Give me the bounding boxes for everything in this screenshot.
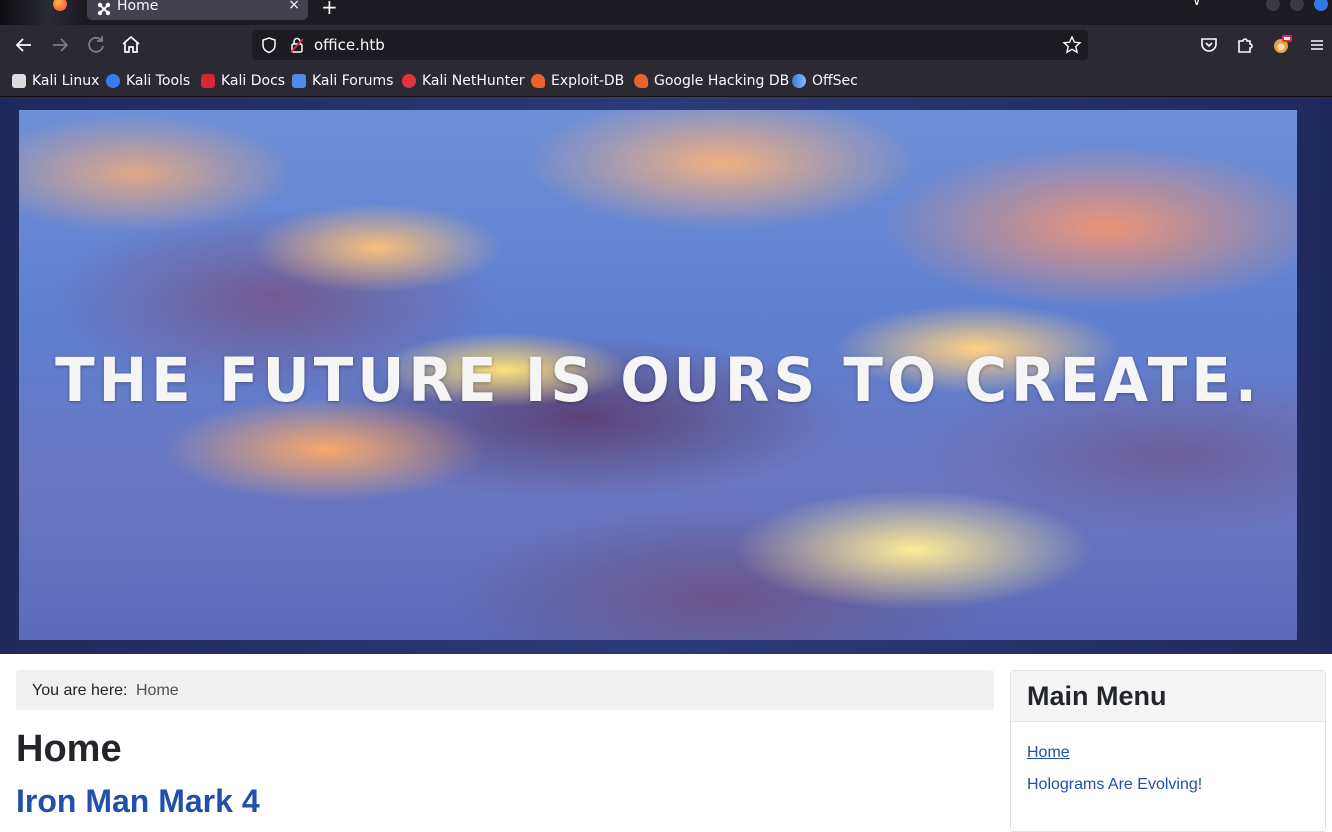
- bookmark-google-hacking-db[interactable]: Google Hacking DB: [634, 72, 789, 90]
- main-menu-title: Main Menu: [1027, 681, 1167, 711]
- bookmark-star-icon[interactable]: [1062, 35, 1082, 55]
- bookmark-label: Kali Docs: [221, 73, 286, 89]
- main-menu-module: Main Menu Home Holograms Are Evolving!: [1010, 670, 1326, 832]
- menu-item-holograms[interactable]: Holograms Are Evolving!: [1027, 776, 1202, 794]
- reload-icon: [88, 36, 104, 53]
- firefox-logo-icon[interactable]: [53, 0, 67, 11]
- app-menu-button[interactable]: [1305, 33, 1329, 57]
- bookmark-label: Kali Linux: [32, 73, 100, 89]
- address-bar[interactable]: office.htb: [252, 30, 1088, 60]
- site-header: THE FUTURE IS OURS TO CREATE.: [0, 97, 1332, 654]
- menu-item-home[interactable]: Home: [1027, 744, 1070, 762]
- article-title-link[interactable]: Iron Man Mark 4: [16, 783, 260, 820]
- offsec-icon: [792, 74, 806, 88]
- fox-avatar-icon: [1274, 35, 1292, 53]
- nethunter-icon: [402, 74, 416, 88]
- new-tab-button[interactable]: +: [321, 0, 338, 19]
- home-icon: [122, 35, 140, 53]
- breadcrumb: You are here: Home: [16, 670, 994, 710]
- bookmark-offsec[interactable]: OffSec: [792, 72, 858, 90]
- exploit-db-icon: [531, 74, 545, 88]
- bookmark-label: Kali Forums: [312, 73, 394, 89]
- maximize-window-button[interactable]: [1290, 0, 1304, 11]
- main-menu-header: Main Menu: [1011, 671, 1325, 722]
- banner-text: THE FUTURE IS OURS TO CREATE.: [55, 344, 1261, 416]
- kali-tools-icon: [106, 74, 120, 88]
- ghdb-icon: [634, 74, 648, 88]
- puzzle-icon: [1238, 38, 1253, 53]
- home-button[interactable]: [119, 33, 143, 57]
- url-text[interactable]: office.htb: [314, 36, 385, 54]
- forward-button[interactable]: [48, 33, 72, 57]
- bookmark-kali-docs[interactable]: Kali Docs: [201, 72, 285, 90]
- bookmarks-toolbar: Kali Linux Kali Tools Kali Docs Kali For…: [0, 66, 1332, 97]
- arrow-right-icon: [53, 38, 69, 52]
- navigation-toolbar: office.htb: [0, 25, 1332, 66]
- kali-docs-icon: [201, 74, 215, 88]
- tab-strip: Home × + ∨: [0, 0, 1332, 25]
- hamburger-menu-icon: [1311, 40, 1323, 50]
- kali-forums-icon: [292, 74, 306, 88]
- tab-title: Home: [117, 0, 159, 14]
- bookmark-label: Kali Tools: [126, 73, 191, 89]
- kali-dragon-icon: [12, 74, 26, 88]
- minimize-window-button[interactable]: [1266, 0, 1280, 11]
- bookmark-kali-linux[interactable]: Kali Linux: [12, 72, 99, 90]
- pocket-icon: [1201, 38, 1217, 52]
- tab-home[interactable]: Home ×: [87, 0, 308, 20]
- bookmark-kali-forums[interactable]: Kali Forums: [292, 72, 393, 90]
- bookmark-label: OffSec: [812, 73, 858, 89]
- arrow-left-icon: [15, 38, 31, 52]
- breadcrumb-label: You are here:: [32, 682, 128, 699]
- account-button[interactable]: [1269, 33, 1293, 57]
- insecure-lock-icon[interactable]: [288, 36, 306, 54]
- firefox-view-area: [0, 0, 82, 25]
- bookmark-exploit-db[interactable]: Exploit-DB: [531, 72, 624, 90]
- joomla-icon: [97, 2, 111, 16]
- bookmark-label: Kali NetHunter: [422, 73, 525, 89]
- pocket-button[interactable]: [1197, 33, 1221, 57]
- bookmark-kali-nethunter[interactable]: Kali NetHunter: [402, 72, 524, 90]
- banner-image: THE FUTURE IS OURS TO CREATE.: [19, 110, 1297, 640]
- bookmark-kali-tools[interactable]: Kali Tools: [106, 72, 190, 90]
- web-page: THE FUTURE IS OURS TO CREATE. You are he…: [0, 97, 1332, 832]
- bookmark-label: Exploit-DB: [551, 73, 625, 89]
- list-all-tabs-icon[interactable]: ∨: [1192, 0, 1202, 9]
- bookmark-label: Google Hacking DB: [654, 73, 790, 89]
- close-window-button[interactable]: [1314, 0, 1328, 11]
- back-button[interactable]: [12, 33, 36, 57]
- tab-close-icon[interactable]: ×: [288, 0, 300, 13]
- shield-icon[interactable]: [260, 36, 278, 54]
- extensions-button[interactable]: [1233, 33, 1257, 57]
- reload-button[interactable]: [84, 33, 108, 57]
- breadcrumb-current: Home: [136, 682, 179, 699]
- page-title: Home: [16, 728, 122, 770]
